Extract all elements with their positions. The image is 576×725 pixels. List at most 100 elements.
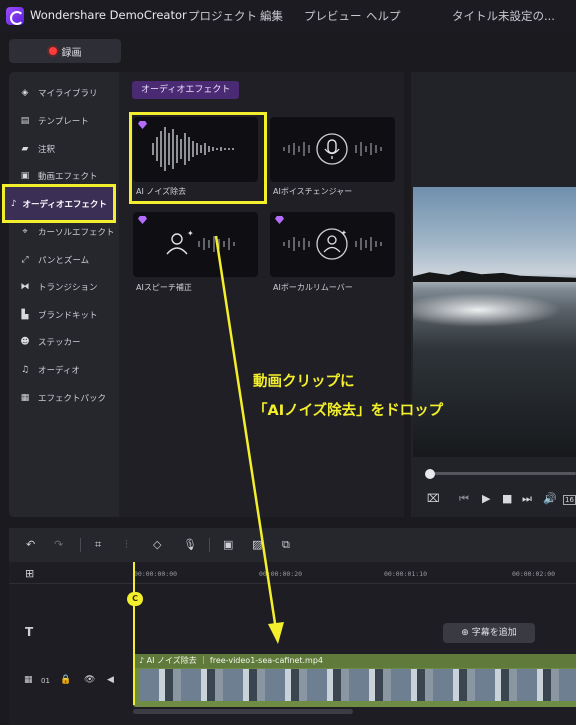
ruler-tick: 00:00:00:00 <box>134 570 178 578</box>
audio-icon: ♫ <box>20 365 30 375</box>
brand-kit-icon: ▙ <box>21 310 29 320</box>
record-button[interactable]: 録画 <box>9 39 121 63</box>
effect-card-ai-voice-changer[interactable] <box>270 117 395 182</box>
add-subtitle-button[interactable]: ⊕ 字幕を追加 <box>443 623 535 643</box>
sidebar-item-label: テンプレート <box>38 117 89 127</box>
sidebar-item-transition[interactable]: ⧓ トランジション <box>9 274 119 300</box>
sidebar-item-label: パンとズーム <box>38 256 90 266</box>
menu-preview[interactable]: プレビュー <box>304 8 362 24</box>
annotation-line-1: 動画クリップに <box>253 374 355 390</box>
mark-icon[interactable]: ◇ <box>153 538 161 551</box>
plus-circle-icon: ⊕ <box>461 628 472 638</box>
sidebar-item-label: エフェクトパック <box>38 394 107 404</box>
sidebar-item-audio-effect[interactable]: ♪ オーディオエフェクト <box>2 184 116 223</box>
next-frame-icon[interactable]: ⏭ <box>522 492 532 506</box>
undo-icon[interactable]: ↶ <box>26 538 35 551</box>
svg-text:✦: ✦ <box>341 229 347 237</box>
svg-text:✦: ✦ <box>187 229 194 238</box>
menu-edit[interactable]: 編集 <box>260 8 283 24</box>
toolbar-divider <box>80 538 81 552</box>
audio-effect-badge-icon: ♪ <box>139 656 147 665</box>
sidebar-item-sticker[interactable]: ☻ ステッカー <box>9 329 119 355</box>
sidebar-item-label: カーソルエフェクト <box>38 228 115 238</box>
microphone-icon <box>283 133 382 165</box>
clip-separator: ｜ <box>196 656 210 665</box>
music-note-icon: ♪ <box>11 198 17 209</box>
clip-effect-label: AI ノイズ除去 <box>146 656 197 665</box>
timeline-scrollbar[interactable] <box>133 709 353 714</box>
premium-gem-icon <box>275 216 284 224</box>
sidebar-item-audio[interactable]: ♫ オーディオ <box>9 357 119 383</box>
effect-card-ai-vocal-remover[interactable]: ✦ <box>270 212 395 277</box>
eye-icon[interactable]: 👁 <box>84 675 95 685</box>
cursor-icon: ⌖ <box>22 227 28 237</box>
effect-pack-icon: ▦ <box>20 393 30 403</box>
sidebar-item-label: マイライブラリ <box>38 89 98 99</box>
title-bar: Wondershare DemoCreator プロジェクト 編集 プレビュー … <box>0 0 576 32</box>
lock-icon[interactable]: 🔒 <box>60 675 71 685</box>
add-track-icon[interactable]: ⊞ <box>25 567 34 580</box>
clip-header: ♪ AI ノイズ除去 ｜ free-video1-sea-cafinet.mp4 <box>133 654 576 668</box>
track-number: 01 <box>41 677 50 685</box>
annotation-line-2: 「AIノイズ除去」をドロップ <box>253 403 444 419</box>
stop-icon[interactable]: ■ <box>502 492 512 505</box>
ruler-tick: 00:00:02:00 <box>512 570 556 578</box>
group-icon[interactable]: ⧉ <box>282 538 290 552</box>
person-voice-icon: ✦ <box>166 229 235 255</box>
record-label: 録画 <box>61 47 82 59</box>
effect-card-label: AIスピーチ補正 <box>136 283 192 292</box>
add-subtitle-label: 字幕を追加 <box>471 628 517 638</box>
document-title: タイトル未設定の... <box>452 9 555 23</box>
ruler-tick: 00:00:01:10 <box>384 570 428 578</box>
crop-icon[interactable]: ⌗ <box>95 538 101 552</box>
highlight-box <box>129 112 267 204</box>
video-clip[interactable]: ♪ AI ノイズ除去 ｜ free-video1-sea-cafinet.mp4 <box>133 654 576 707</box>
person-remove-icon: ✦ <box>283 228 382 260</box>
sidebar-item-label: オーディオ <box>38 366 80 376</box>
sidebar-item-label: トランジション <box>38 283 98 293</box>
speaker-icon[interactable]: ◀ <box>107 675 114 685</box>
text-track-icon: T <box>25 625 34 639</box>
screenshot-icon[interactable]: ⌧ <box>427 492 440 505</box>
redo-icon[interactable]: ↷ <box>54 538 63 551</box>
sidebar-item-library[interactable]: ◈ マイライブラリ <box>9 80 119 106</box>
clip-filename: free-video1-sea-cafinet.mp4 <box>209 656 324 665</box>
template-icon: ▤ <box>20 116 30 126</box>
split-icon[interactable]: ⫶ <box>125 538 128 552</box>
premium-gem-icon <box>138 216 147 224</box>
playhead-handle[interactable]: C <box>127 592 143 606</box>
menu-help[interactable]: ヘルプ <box>366 8 401 24</box>
sidebar-item-effect-pack[interactable]: ▦ エフェクトパック <box>9 385 119 411</box>
effect-card-label: AIボーカルリムーバー <box>273 283 353 292</box>
ruler-tick: 00:00:00:20 <box>259 570 303 578</box>
video-sea-shine <box>413 290 576 330</box>
video-track-icon: ▦ <box>24 675 33 685</box>
annotation-icon: ▰ <box>21 144 29 154</box>
pan-zoom-icon: ⤢ <box>21 255 29 265</box>
text-box-icon[interactable]: ▣ <box>223 538 233 551</box>
clip-thumbnails <box>139 669 576 701</box>
sticker-icon: ☻ <box>20 337 30 347</box>
menu-project[interactable]: プロジェクト <box>188 8 257 24</box>
sidebar-item-cursor-effect[interactable]: ⌖ カーソルエフェクト <box>9 219 119 245</box>
playhead[interactable] <box>133 562 135 705</box>
sidebar-item-template[interactable]: ▤ テンプレート <box>9 108 119 134</box>
aspect-ratio-icon[interactable]: 16 <box>563 495 576 505</box>
volume-icon[interactable]: 🔊 <box>543 492 557 505</box>
caption-icon[interactable]: ▨ <box>252 538 262 551</box>
record-dot-icon <box>48 47 57 55</box>
effect-card-ai-speech-correction[interactable]: ✦ <box>133 212 258 277</box>
toolbar-divider <box>209 538 210 552</box>
sidebar-item-annotation[interactable]: ▰ 注釈 <box>9 136 119 162</box>
sidebar-item-pan-zoom[interactable]: ⤢ パンとズーム <box>9 247 119 273</box>
seek-knob[interactable] <box>425 469 435 479</box>
mic-icon[interactable]: 🎙 <box>183 538 197 551</box>
effect-card-label: AIボイスチェンジャー <box>273 187 353 196</box>
prev-frame-icon[interactable]: ⏮ <box>459 492 469 506</box>
sidebar-item-brand-kit[interactable]: ▙ ブランドキット <box>9 302 119 328</box>
video-effect-icon: ▣ <box>20 171 30 181</box>
sidebar-item-label: ブランドキット <box>38 311 98 321</box>
play-icon[interactable]: ▶ <box>482 492 490 505</box>
sidebar-item-label: 注釈 <box>38 145 56 155</box>
seek-bar[interactable] <box>426 472 576 475</box>
